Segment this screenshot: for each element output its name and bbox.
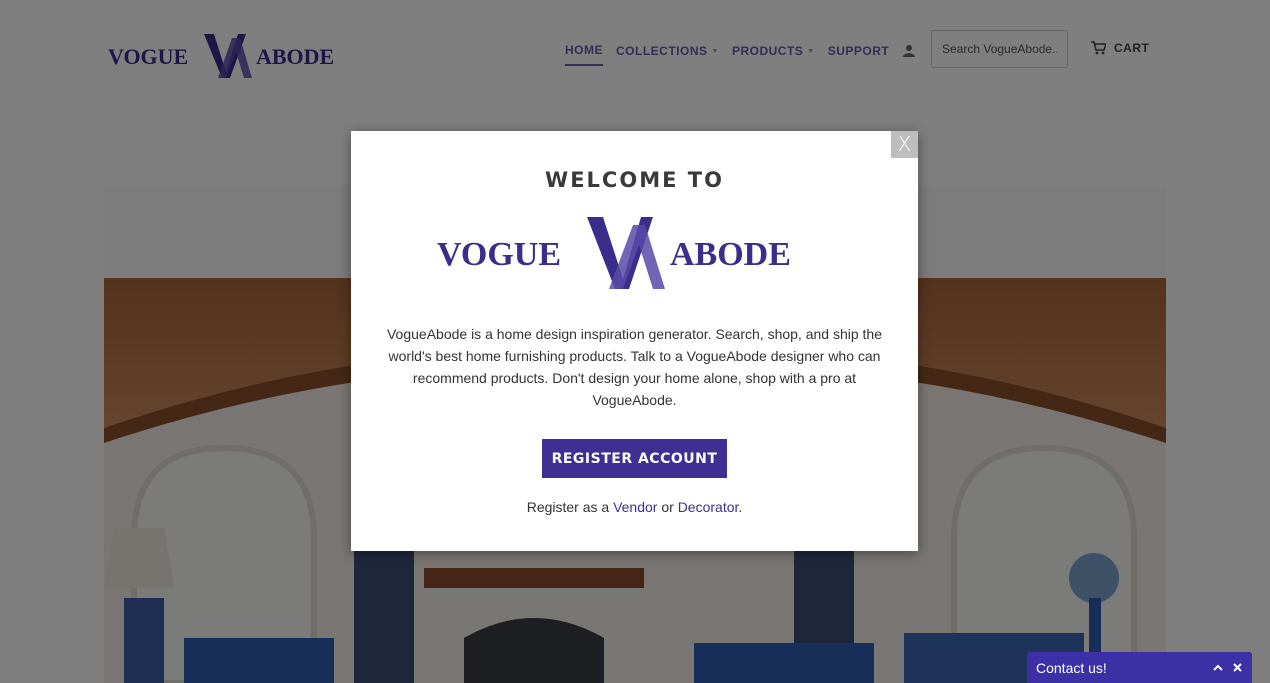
svg-text:ABODE: ABODE	[670, 236, 791, 273]
chat-label: Contact us!	[1036, 659, 1107, 676]
close-button[interactable]: X	[891, 131, 918, 158]
svg-text:VOGUE: VOGUE	[437, 236, 561, 273]
modal-heading: WELCOME TO	[545, 168, 724, 192]
welcome-modal: X WELCOME TO VOGUE ABODE VogueAbode is a…	[351, 131, 918, 551]
modal-logo: VOGUE ABODE	[437, 217, 791, 289]
contact-chat-widget[interactable]: Contact us!	[1027, 652, 1252, 683]
close-icon[interactable]	[1228, 659, 1246, 677]
register-suffix: .	[738, 499, 743, 515]
chevron-up-icon[interactable]	[1209, 659, 1227, 677]
register-prefix: Register as a	[526, 499, 610, 515]
vendor-link[interactable]: Vendor	[613, 499, 657, 515]
register-options: Register as a Vendor or Decorator.	[351, 499, 918, 515]
modal-description: VogueAbode is a home design inspiration …	[386, 326, 882, 408]
register-or: or	[661, 499, 674, 515]
register-account-button[interactable]: REGISTER ACCOUNT	[542, 439, 727, 478]
decorator-link[interactable]: Decorator	[678, 499, 739, 515]
